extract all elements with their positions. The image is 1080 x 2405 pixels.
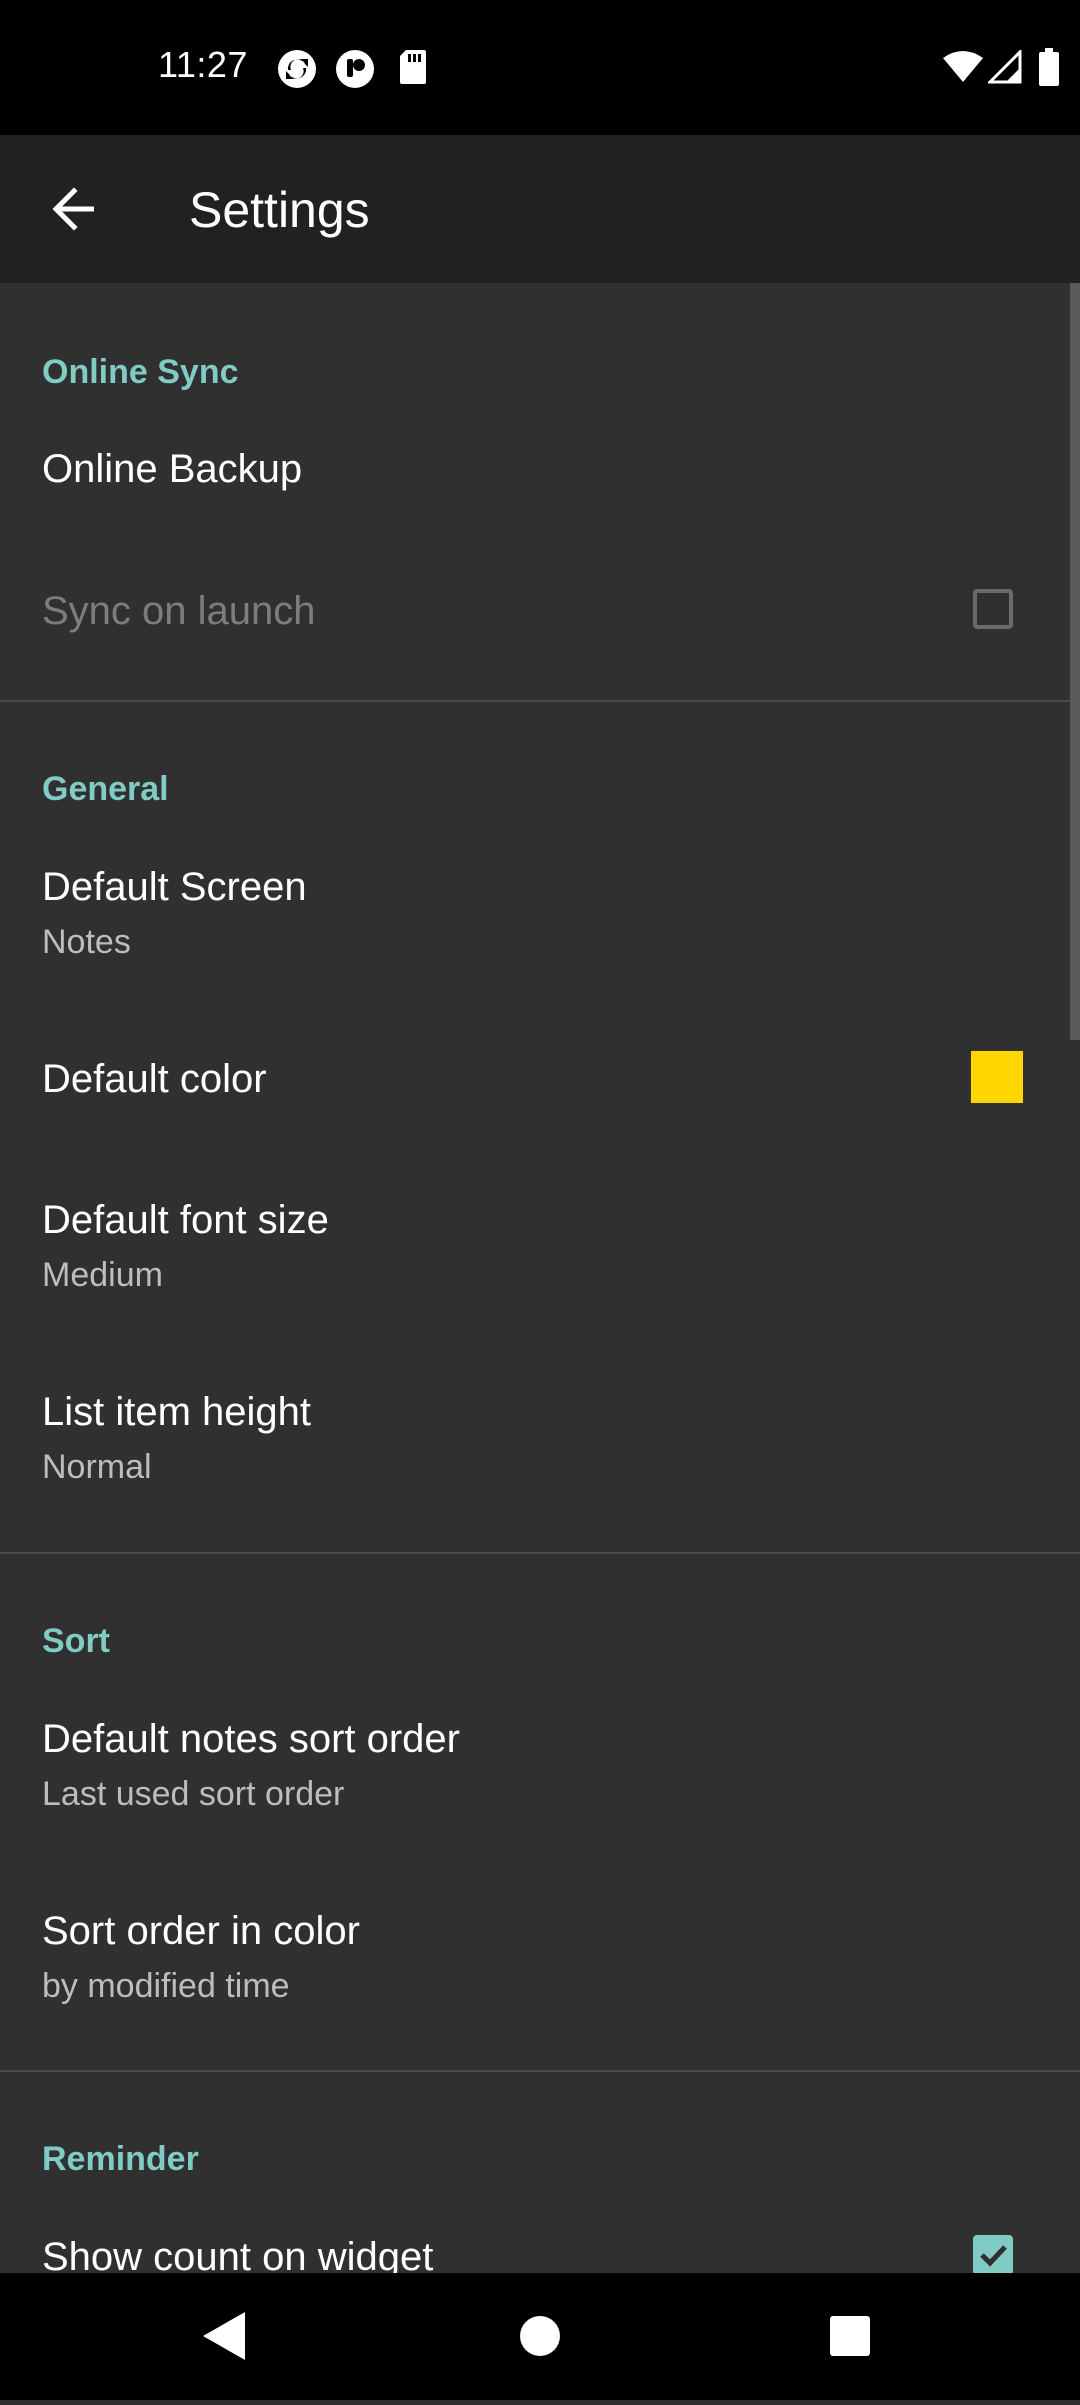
show-count-on-widget-checkbox[interactable] bbox=[973, 2235, 1013, 2273]
pref-default-font-size[interactable]: Default font size Medium bbox=[0, 1166, 1070, 1316]
app-bar: Settings bbox=[0, 135, 1080, 283]
pref-sort-order-in-color[interactable]: Sort order in color by modified time bbox=[0, 1877, 1070, 2027]
pref-title: Online Backup bbox=[42, 447, 303, 491]
pref-list-item-height[interactable]: List item height Normal bbox=[0, 1358, 1070, 1508]
back-triangle-icon bbox=[203, 2312, 245, 2360]
pref-title: Sync on launch bbox=[42, 589, 316, 633]
pref-show-count-on-widget[interactable]: Show count on widget bbox=[0, 2203, 1070, 2273]
recents-square-icon bbox=[830, 2316, 870, 2356]
divider bbox=[0, 700, 1080, 702]
sd-card-icon bbox=[398, 48, 428, 91]
sync-on-launch-checkbox[interactable] bbox=[973, 589, 1013, 629]
pref-title: Default font size bbox=[42, 1198, 329, 1242]
pref-summary: Medium bbox=[42, 1256, 163, 1294]
nav-home-button[interactable] bbox=[480, 2273, 600, 2400]
navigation-bar bbox=[0, 2273, 1080, 2400]
home-circle-icon bbox=[520, 2316, 560, 2356]
section-header-sort: Sort bbox=[42, 1622, 110, 1660]
pref-title: Show count on widget bbox=[42, 2235, 434, 2273]
pref-sync-on-launch[interactable]: Sync on launch bbox=[0, 553, 1070, 683]
pref-title: Default Screen bbox=[42, 865, 307, 909]
divider bbox=[0, 2070, 1080, 2072]
pref-summary: Last used sort order bbox=[42, 1775, 345, 1813]
battery-icon bbox=[1038, 48, 1060, 91]
pref-default-notes-sort-order[interactable]: Default notes sort order Last used sort … bbox=[0, 1685, 1070, 1835]
status-bar: 11:27 bbox=[0, 0, 1080, 135]
pref-online-backup[interactable]: Online Backup bbox=[0, 413, 1070, 543]
wifi-icon bbox=[941, 50, 985, 89]
pref-title: Default notes sort order bbox=[42, 1717, 460, 1761]
pref-title: List item height bbox=[42, 1390, 312, 1434]
pref-title: Default color bbox=[42, 1057, 267, 1101]
pref-default-color[interactable]: Default color bbox=[0, 1023, 1070, 1163]
default-color-swatch bbox=[971, 1051, 1023, 1103]
scrollbar[interactable] bbox=[1070, 283, 1080, 1040]
app-icon bbox=[334, 48, 376, 95]
nav-recents-button[interactable] bbox=[790, 2273, 910, 2400]
signal-icon bbox=[986, 48, 1022, 89]
back-arrow-icon[interactable] bbox=[44, 179, 104, 239]
pref-default-screen[interactable]: Default Screen Notes bbox=[0, 833, 1070, 983]
sync-icon bbox=[276, 48, 318, 95]
pref-summary: Notes bbox=[42, 923, 131, 961]
pref-title: Sort order in color bbox=[42, 1909, 360, 1953]
section-header-general: General bbox=[42, 770, 169, 808]
pref-summary: Normal bbox=[42, 1448, 152, 1486]
status-time: 11:27 bbox=[158, 44, 248, 85]
divider bbox=[0, 1552, 1080, 1554]
page-title: Settings bbox=[189, 182, 370, 238]
nav-back-button[interactable] bbox=[165, 2273, 285, 2400]
checkmark-icon bbox=[980, 2245, 1007, 2267]
settings-list[interactable]: Online Sync Online Backup Sync on launch… bbox=[0, 283, 1080, 2273]
section-header-online-sync: Online Sync bbox=[42, 353, 239, 391]
pref-summary: by modified time bbox=[42, 1967, 290, 2005]
section-header-reminder: Reminder bbox=[42, 2140, 199, 2178]
